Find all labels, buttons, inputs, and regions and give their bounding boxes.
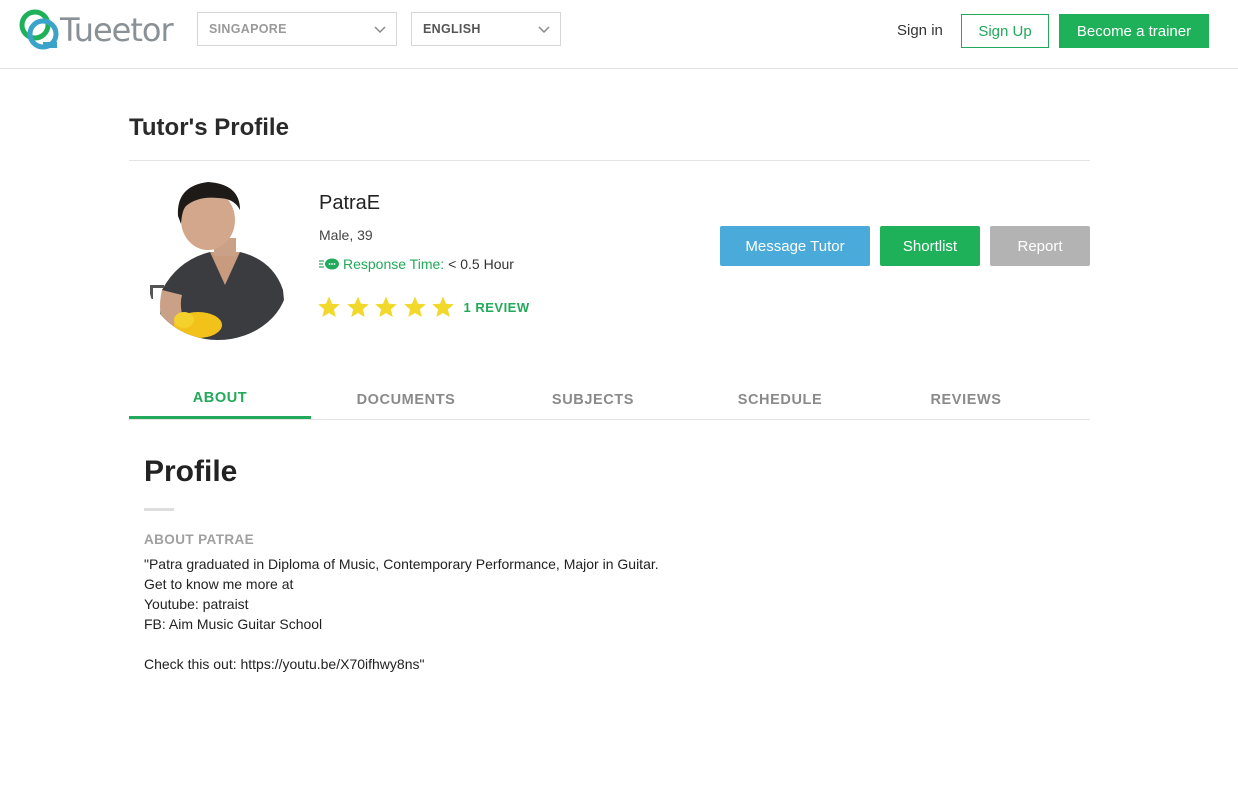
country-select-value: SINGAPORE: [209, 22, 287, 36]
tab-reviews[interactable]: REVIEWS: [875, 380, 1057, 419]
review-count-link[interactable]: 1 REVIEW: [464, 300, 530, 315]
language-select-value: ENGLISH: [423, 22, 481, 36]
country-select[interactable]: SINGAPORE: [197, 12, 397, 46]
signin-link[interactable]: Sign in: [897, 22, 943, 39]
logo[interactable]: Tueetor: [18, 8, 174, 52]
signup-button[interactable]: Sign Up: [961, 14, 1049, 48]
response-time-label: Response Time:: [343, 256, 445, 272]
top-nav: Tueetor SINGAPORE ENGLISH Sign in Sign U…: [0, 0, 1238, 69]
tab-subjects[interactable]: SUBJECTS: [501, 380, 685, 419]
star-icon: [432, 296, 454, 317]
tutor-name: PatraE: [319, 192, 381, 214]
tab-about[interactable]: ABOUT: [129, 380, 311, 419]
tutor-gender-age: Male, 39: [319, 227, 373, 243]
star-icon: [346, 296, 369, 317]
chevron-down-icon: [374, 26, 386, 34]
divider: [144, 508, 174, 511]
star-icon: [375, 296, 397, 317]
shortlist-button[interactable]: Shortlist: [880, 226, 980, 266]
tab-documents[interactable]: DOCUMENTS: [311, 380, 501, 419]
logo-icon: [19, 9, 59, 50]
page-title: Tutor's Profile: [129, 114, 289, 141]
divider: [129, 160, 1090, 161]
about-text: "Patra graduated in Diploma of Music, Co…: [144, 556, 659, 672]
tab-schedule[interactable]: SCHEDULE: [685, 380, 875, 419]
section-heading: Profile: [144, 455, 238, 488]
star-icon: [318, 296, 340, 317]
avatar-photo: [148, 180, 288, 340]
chevron-down-icon: [538, 26, 550, 34]
language-select[interactable]: ENGLISH: [411, 12, 561, 46]
logo-text: Tueetor: [60, 11, 174, 49]
speech-bubble-icon: [319, 258, 339, 270]
become-trainer-button[interactable]: Become a trainer: [1059, 14, 1209, 48]
report-button[interactable]: Report: [990, 226, 1090, 266]
profile-tabs: ABOUT DOCUMENTS SUBJECTS SCHEDULE REVIEW…: [129, 380, 1090, 420]
star-icon: [403, 296, 426, 317]
rating: 1 REVIEW: [317, 295, 530, 319]
response-time: Response Time: < 0.5 Hour: [319, 256, 514, 272]
response-time-value: < 0.5 Hour: [448, 256, 514, 272]
about-label: ABOUT PATRAE: [144, 532, 255, 547]
avatar: [148, 180, 288, 340]
message-tutor-button[interactable]: Message Tutor: [720, 226, 870, 266]
